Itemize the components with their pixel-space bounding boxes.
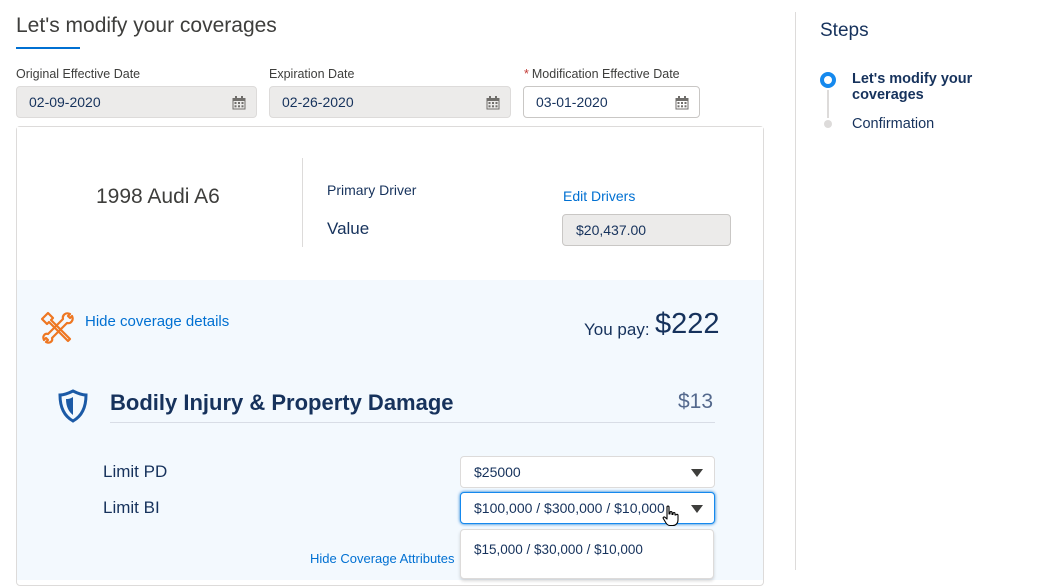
coverage-section-title: Bodily Injury & Property Damage (110, 390, 454, 415)
vertical-divider (302, 158, 303, 247)
chevron-down-icon (691, 505, 703, 513)
expiration-date-label: Expiration Date (269, 67, 355, 81)
limit-bi-value: $100,000 / $300,000 / $10,000 (474, 500, 665, 516)
hand-cursor-icon (662, 505, 679, 527)
limit-bi-label: Limit BI (103, 498, 160, 517)
shield-icon (58, 389, 88, 423)
title-underline (16, 47, 80, 49)
original-effective-date-field: 02-09-2020 (16, 86, 257, 118)
limit-bi-dropdown: $15,000 / $30,000 / $10,000 (460, 529, 714, 579)
page-title: Let's modify your coverages (16, 14, 277, 37)
dropdown-option[interactable]: $15,000 / $30,000 / $10,000 (474, 542, 643, 557)
original-effective-date-value: 02-09-2020 (29, 94, 101, 110)
modification-effective-date-value: 03-01-2020 (536, 94, 608, 110)
steps-title: Steps (820, 20, 869, 41)
modification-effective-date-input[interactable]: 03-01-2020 (523, 86, 700, 118)
hide-coverage-attributes-link[interactable]: Hide Coverage Attributes (310, 551, 455, 566)
hide-coverage-details-link[interactable]: Hide coverage details (85, 313, 229, 330)
expiration-date-value: 02-26-2020 (282, 94, 354, 110)
step-connector (827, 90, 829, 118)
you-pay-label: You pay: (584, 320, 650, 339)
required-marker: * (524, 67, 529, 81)
original-effective-date-label: Original Effective Date (16, 67, 141, 81)
calendar-icon (486, 96, 500, 110)
chevron-down-icon (691, 469, 703, 477)
modification-effective-date-label: * Modification Effective Date (524, 67, 680, 81)
step-pending-indicator (824, 120, 832, 128)
right-panel-divider (795, 12, 796, 570)
vehicle-name: 1998 Audi A6 (96, 185, 220, 208)
calendar-icon[interactable] (675, 96, 689, 110)
coverage-section-price: $13 (678, 390, 714, 413)
limit-pd-select[interactable]: $25000 (460, 456, 715, 488)
vehicle-value: $20,437.00 (576, 222, 647, 238)
expiration-date-field: 02-26-2020 (269, 86, 511, 118)
primary-driver-label: Primary Driver (327, 182, 417, 198)
limit-pd-value: $25000 (474, 464, 521, 480)
step-item-confirmation[interactable]: Confirmation (852, 116, 934, 132)
limit-pd-label: Limit PD (103, 462, 168, 481)
modification-date-label-text: Modification Effective Date (531, 67, 680, 81)
edit-drivers-link[interactable]: Edit Drivers (563, 188, 635, 204)
you-pay-amount: $222 (655, 308, 720, 340)
step-active-indicator (820, 72, 836, 88)
calendar-icon (232, 96, 246, 110)
value-label: Value (327, 219, 370, 238)
step-item-modify-coverages[interactable]: Let's modify your coverages (852, 71, 1047, 103)
tools-icon (40, 311, 74, 344)
vehicle-value-field: $20,437.00 (562, 214, 731, 246)
section-divider (110, 422, 715, 423)
